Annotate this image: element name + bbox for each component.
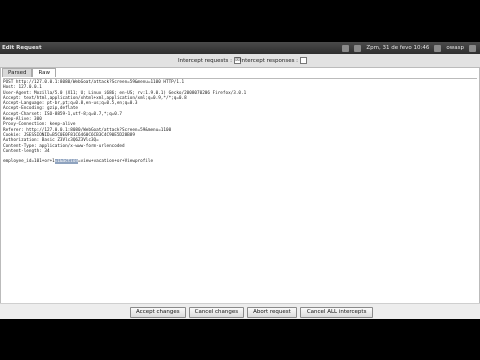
tab-raw[interactable]: Raw: [32, 68, 57, 77]
clock[interactable]: Zpm, 31 de fevo 10:46: [366, 42, 429, 54]
user-name[interactable]: owasp: [446, 42, 464, 54]
edit-request-window: Intercept requests : ☒ Intercept respons…: [0, 54, 480, 318]
intercept-responses-group: Intercept responses :: [240, 54, 308, 67]
intercept-requests-group: Intercept requests : ☒: [178, 54, 241, 67]
action-buttons: Accept changes Cancel changes Abort requ…: [130, 307, 374, 318]
body-suffix: =view+vacation+or+Viewprofile: [78, 159, 154, 165]
body-selection: =1&action: [54, 159, 79, 165]
intercept-bar: Intercept requests : ☒ Intercept respons…: [0, 54, 480, 68]
raw-request-editor[interactable]: POST http://127.0.0.1:8080/WebGoat/attac…: [3, 78, 477, 311]
request-editor-panel: Parsed Raw POST http://127.0.0.1:8080/We…: [0, 67, 480, 314]
user-icon: [434, 44, 442, 52]
abort-request-button[interactable]: Abort request: [247, 307, 297, 318]
power-icon[interactable]: [469, 44, 476, 52]
intercept-responses-label: Intercept responses :: [240, 57, 299, 64]
cancel-changes-button[interactable]: Cancel changes: [188, 307, 245, 318]
network-icon[interactable]: [342, 44, 350, 52]
volume-icon[interactable]: [354, 44, 362, 52]
top-panel: Edit Request Zpm, 31 de fevo 10:46 owasp: [0, 42, 480, 54]
intercept-responses-checkbox[interactable]: [300, 57, 308, 64]
window-title: Edit Request: [2, 45, 42, 51]
body-prefix: employee_id=101+or+1: [3, 159, 55, 165]
accept-changes-button[interactable]: Accept changes: [130, 307, 186, 318]
request-body-line: employee_id=101+or+1=1&action=view+vacat…: [3, 159, 477, 165]
action-footer: Accept changes Cancel changes Abort requ…: [0, 303, 480, 319]
cancel-all-intercepts-button[interactable]: Cancel ALL intercepts: [299, 307, 374, 318]
tab-parsed[interactable]: Parsed: [2, 68, 33, 77]
system-tray: Zpm, 31 de fevo 10:46 owasp: [342, 42, 476, 54]
intercept-requests-label: Intercept requests :: [178, 57, 232, 64]
view-tabs: Parsed Raw: [2, 68, 57, 77]
